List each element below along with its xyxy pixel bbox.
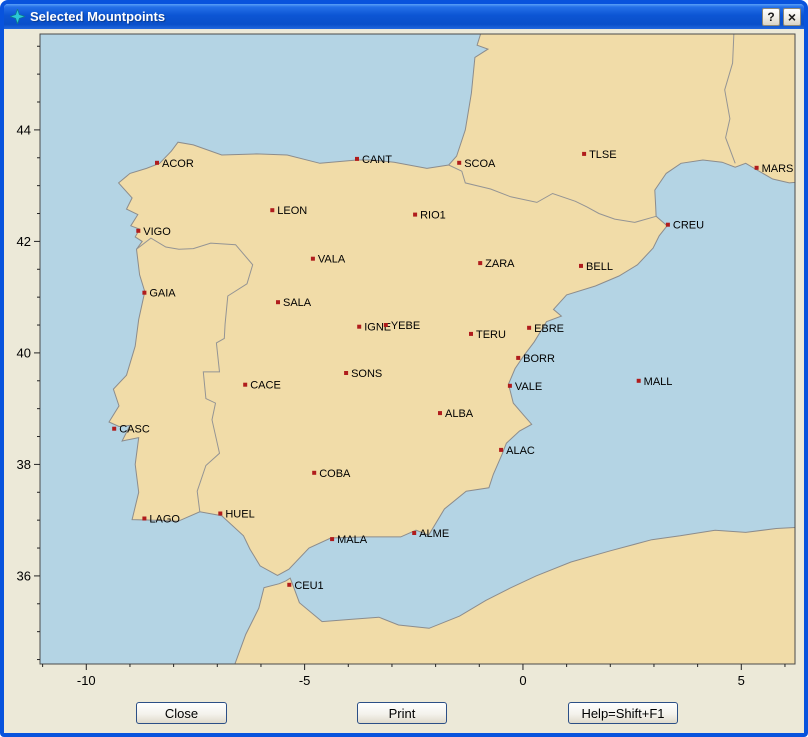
station-marker	[469, 332, 473, 336]
y-tick-label: 42	[17, 234, 31, 249]
station-label: CEU1	[294, 580, 323, 592]
x-tick-label: 5	[738, 673, 745, 688]
station-marker	[384, 323, 388, 327]
y-tick-label: 36	[17, 568, 31, 583]
titlebar[interactable]: Selected Mountpoints ? ×	[4, 4, 804, 29]
station-marker	[218, 512, 222, 516]
station-marker	[457, 161, 461, 165]
x-tick-label: -10	[77, 673, 96, 688]
station-marker	[142, 291, 146, 295]
station-label: SCOA	[464, 158, 496, 170]
close-button[interactable]: Close	[136, 702, 227, 724]
station-label: MALA	[337, 534, 368, 546]
station-marker	[508, 384, 512, 388]
station-label: BORR	[523, 353, 555, 365]
station-label: ZARA	[485, 258, 515, 270]
x-axis: -10 -5 0 5	[43, 664, 785, 688]
dialog-client-area: -10 -5 0 5 36 38 40 42 44 ACOR CANT SCOA TLSE MARS VIG…	[4, 29, 804, 733]
station-label: MALL	[644, 376, 673, 388]
station-label: SONS	[351, 368, 382, 380]
station-marker	[516, 356, 520, 360]
station-label: ALME	[419, 528, 449, 540]
station-marker	[287, 583, 291, 587]
print-button[interactable]: Print	[357, 702, 447, 724]
station-label: RIO1	[420, 210, 446, 222]
station-marker	[499, 448, 503, 452]
station-marker	[344, 371, 348, 375]
station-label: LAGO	[149, 513, 180, 525]
station-label: HUEL	[225, 508, 254, 520]
station-label: ALBA	[445, 408, 474, 420]
station-marker	[112, 427, 116, 431]
station-marker	[637, 379, 641, 383]
station-marker	[582, 152, 586, 156]
station-marker	[312, 471, 316, 475]
station-label: BELL	[586, 261, 613, 273]
station-marker	[330, 537, 334, 541]
y-tick-label: 40	[17, 345, 31, 360]
station-marker	[579, 264, 583, 268]
station-marker	[438, 411, 442, 415]
station-label: EBRE	[534, 323, 564, 335]
app-icon	[9, 9, 25, 25]
station-marker	[355, 157, 359, 161]
station-label: SALA	[283, 297, 312, 309]
station-label: GAIA	[149, 288, 176, 300]
station-label: COBA	[319, 468, 351, 480]
station-label: YEBE	[391, 320, 420, 332]
station-marker	[142, 517, 146, 521]
y-tick-label: 44	[17, 122, 31, 137]
dialog-window: Selected Mountpoints ? × -10 -5 0 5 36 38 40 42…	[0, 0, 808, 737]
station-label: CASC	[119, 424, 150, 436]
station-label: VALA	[318, 254, 346, 266]
station-label: MARS	[762, 163, 794, 175]
station-label: TERU	[476, 329, 506, 341]
close-window-button[interactable]: ×	[783, 8, 801, 26]
station-marker	[276, 300, 280, 304]
station-label: VIGO	[143, 226, 171, 238]
station-label: ACOR	[162, 158, 194, 170]
station-marker	[755, 166, 759, 170]
station-label: CANT	[362, 154, 392, 166]
station-marker	[311, 257, 315, 261]
station-label: VALE	[515, 381, 542, 393]
map-canvas: -10 -5 0 5 36 38 40 42 44 ACOR CANT SCOA TLSE MARS VIG…	[4, 29, 804, 697]
help-button[interactable]: Help=Shift+F1	[568, 702, 678, 724]
station-marker	[666, 223, 670, 227]
window-title: Selected Mountpoints	[30, 9, 759, 24]
station-marker	[357, 325, 361, 329]
y-axis: 36 38 40 42 44	[17, 46, 40, 659]
x-tick-label: 0	[519, 673, 526, 688]
station-marker	[155, 161, 159, 165]
station-marker	[413, 213, 417, 217]
station-marker	[136, 229, 140, 233]
y-tick-label: 38	[17, 457, 31, 472]
station-label: ALAC	[506, 445, 535, 457]
station-label: CREU	[673, 220, 704, 232]
x-tick-label: -5	[299, 673, 311, 688]
station-marker	[527, 326, 531, 330]
station-marker	[478, 261, 482, 265]
station-marker	[270, 208, 274, 212]
help-titlebar-button[interactable]: ?	[762, 8, 780, 26]
station-label: TLSE	[589, 149, 617, 161]
station-marker	[412, 531, 416, 535]
station-label: LEON	[277, 205, 307, 217]
station-label: CACE	[250, 380, 281, 392]
station-marker	[243, 383, 247, 387]
